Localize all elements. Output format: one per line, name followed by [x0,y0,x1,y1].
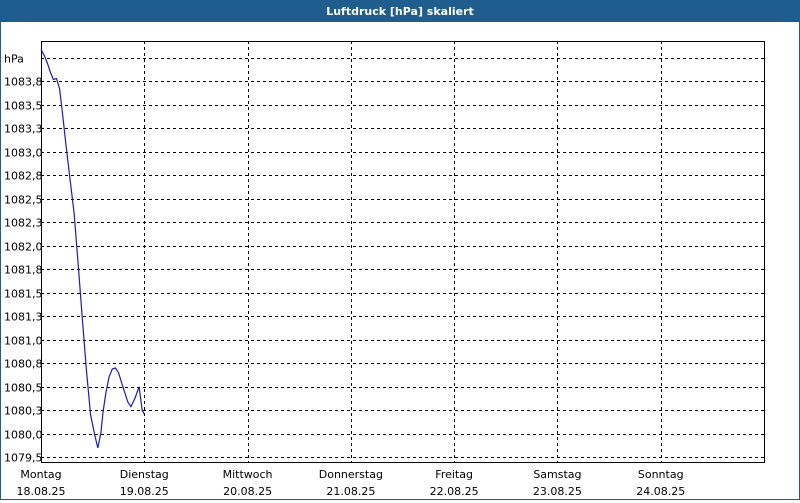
y-tick-label: 1083,0 [4,147,43,160]
y-tick-label: 1082,0 [4,241,43,254]
x-tick-label-date: 23.08.25 [533,485,582,498]
pressure-series-line [40,49,145,449]
x-tick-label-date: 24.08.25 [636,485,685,498]
y-tick-label: 1080,8 [4,358,43,371]
chart-area: 1079,5 1080,0 1080,3 1080,5 1080,8 1081,0 1081… [1,22,799,499]
x-tick-label-date: 21.08.25 [326,485,375,498]
y-tick-label: 1082,5 [4,194,43,207]
x-tick-label-day: Samstag [533,468,581,481]
plot-frame [41,41,765,463]
x-tick-label-date: 22.08.25 [430,485,479,498]
chart-window: Luftdruck [hPa] skaliert 1079,5 1080,0 108… [0,0,800,500]
x-tick-label-date: 18.08.25 [17,485,66,498]
x-tick-label-day: Freitag [435,468,473,481]
y-tick-label: 1083,5 [4,100,43,113]
x-tick-label-day: Montag [20,468,61,481]
chart-title: Luftdruck [hPa] skaliert [1,1,799,22]
y-tick-label: 1081,0 [4,335,43,348]
y-tick-label: 1080,3 [4,405,43,418]
x-tick-label-date: 19.08.25 [120,485,169,498]
x-tick-label-date: 20.08.25 [223,485,272,498]
x-tick-label-day: Dienstag [120,468,169,481]
pressure-line-chart: 1079,5 1080,0 1080,3 1080,5 1080,8 1081,0 1081… [4,41,765,498]
y-tick-label: 1080,5 [4,382,43,395]
y-tick-label: 1080,0 [4,429,43,442]
y-tick-label: 1083,3 [4,123,43,136]
y-tick-label: 1081,8 [4,264,43,277]
y-tick-label: 1083,8 [4,76,43,89]
y-tick-label: hPa [4,53,24,66]
x-tick-label-day: Mittwoch [223,468,273,481]
y-tick-label: 1079,5 [4,452,43,465]
y-tick-label: 1082,3 [4,217,43,230]
y-tick-label: 1081,3 [4,311,43,324]
x-tick-label-day: Donnerstag [319,468,383,481]
y-tick-label: 1082,8 [4,170,43,183]
y-tick-label: 1081,5 [4,288,43,301]
x-tick-label-day: Sonntag [638,468,684,481]
